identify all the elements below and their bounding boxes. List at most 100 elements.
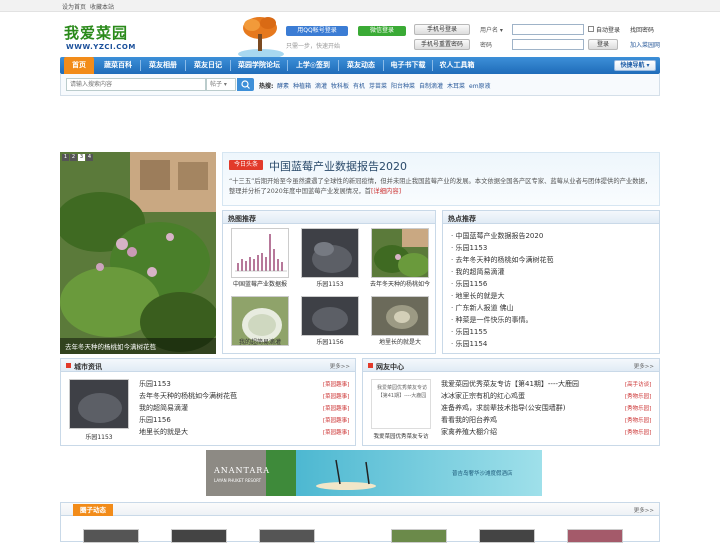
- hot-thumb-1[interactable]: [231, 228, 289, 278]
- city-news-thumb-caption[interactable]: 乐园1153: [67, 432, 131, 441]
- site-logo[interactable]: 我爱菜园 WWW.YZCI.COM: [62, 20, 136, 54]
- group-thumb[interactable]: [567, 529, 623, 543]
- city-news-item[interactable]: 乐园1153: [139, 379, 171, 389]
- hot-search-link[interactable]: 滴灌: [315, 81, 327, 90]
- hot-list-item[interactable]: · 去年冬天种的杨桃如今满树花苞: [451, 255, 553, 265]
- hot-thumb-caption[interactable]: 乐园1156: [297, 337, 363, 346]
- hot-thumb-caption[interactable]: 乐园1153: [297, 279, 363, 288]
- group-thumb[interactable]: [391, 529, 447, 543]
- search-input[interactable]: [66, 78, 206, 91]
- friends-item[interactable]: 准备养鸡，求前辈技术指导(公安围墙群): [441, 403, 565, 413]
- hot-search-link[interactable]: 阳台种菜: [391, 81, 415, 90]
- hot-list-item[interactable]: · 我的超简易滴灌: [451, 267, 504, 277]
- group-thumb[interactable]: [479, 529, 535, 543]
- slider-page-3[interactable]: 3: [78, 154, 85, 161]
- headline-detail-link[interactable]: [详细内容]: [371, 188, 401, 195]
- search-button[interactable]: [237, 78, 254, 91]
- friends-tag[interactable]: [秀物乐园]: [625, 416, 651, 424]
- hot-list-item[interactable]: · 地里长的就是大: [451, 291, 504, 301]
- slider-page-1[interactable]: 1: [62, 154, 69, 161]
- hot-thumb-6[interactable]: [371, 296, 429, 336]
- hot-search-link[interactable]: 自制滴灌: [419, 81, 443, 90]
- nav-item-ebooks[interactable]: 电子书下载: [384, 57, 432, 74]
- hot-list-item[interactable]: · 乐园1155: [451, 327, 487, 337]
- hot-thumb-caption[interactable]: 地里长的就是大: [367, 337, 433, 346]
- hot-thumb-caption[interactable]: 我的超简易滴灌: [227, 337, 293, 346]
- slider-page-2[interactable]: 2: [70, 154, 77, 161]
- city-news-item[interactable]: 我的超简易滴灌: [139, 403, 188, 413]
- username-input[interactable]: [512, 24, 584, 35]
- city-news-item[interactable]: 去年冬天种的杨桃如今满树花苞: [139, 391, 237, 401]
- group-thumb[interactable]: [83, 529, 139, 543]
- city-news-tag[interactable]: [菜园趣事]: [323, 392, 349, 400]
- friends-item[interactable]: 冰冰家正宗有机的红心鸡蛋: [441, 391, 525, 401]
- hot-list-item[interactable]: · 乐园1156: [451, 279, 487, 289]
- friends-tag[interactable]: [秀物乐园]: [625, 428, 651, 436]
- hot-search-link[interactable]: 种植箱: [293, 81, 311, 90]
- ad-banner[interactable]: ANANTARA LAYAN PHUKET RESORT 普吉岛奢华沙滩度假酒店: [206, 450, 542, 496]
- city-news-item[interactable]: 乐园1156: [139, 415, 171, 425]
- hot-search-link[interactable]: em原液: [469, 81, 491, 90]
- nav-item-tools[interactable]: 农人工具箱: [433, 57, 481, 74]
- hot-list-item[interactable]: · 广东新人报道 佛山: [451, 303, 514, 313]
- city-news-thumb[interactable]: [69, 379, 129, 429]
- friends-center-more-link[interactable]: 更多>>: [634, 362, 654, 370]
- group-thumb[interactable]: [259, 529, 315, 543]
- friends-item[interactable]: 看看我的阳台养鸡: [441, 415, 497, 425]
- hot-search-link[interactable]: 木耳菜: [447, 81, 465, 90]
- city-news-tag[interactable]: [菜园趣事]: [323, 380, 349, 388]
- nav-item-album[interactable]: 菜友相册: [141, 57, 185, 74]
- favorite-link[interactable]: 收藏本站: [90, 2, 114, 11]
- city-news-tag[interactable]: [菜园趣事]: [323, 428, 349, 436]
- friends-item[interactable]: 家禽养殖大棚介绍: [441, 427, 497, 437]
- wechat-login-button[interactable]: 微信登录: [358, 26, 406, 36]
- nav-item-home[interactable]: 首页: [64, 57, 94, 74]
- search-scope-select[interactable]: 帖子 ▾: [206, 78, 236, 91]
- hot-thumb-5[interactable]: [301, 296, 359, 336]
- friends-thumb[interactable]: 我爱菜园优秀菜友专访【第41期】----大鹿园: [371, 379, 431, 429]
- friends-tag[interactable]: [高手访谈]: [625, 380, 651, 388]
- friends-tag[interactable]: [秀物乐园]: [625, 392, 651, 400]
- city-news-more-link[interactable]: 更多>>: [330, 362, 350, 370]
- hot-search-link[interactable]: 酵素: [277, 81, 289, 90]
- hot-search-link[interactable]: 芽苗菜: [369, 81, 387, 90]
- login-button[interactable]: 登录: [588, 39, 618, 50]
- set-home-link[interactable]: 设为首页: [62, 2, 86, 11]
- password-input[interactable]: [512, 39, 584, 50]
- join-link[interactable]: 加入菜园网: [630, 40, 660, 49]
- headline-title[interactable]: 中国蓝莓产业数据报告2020: [269, 158, 407, 174]
- hot-thumb-caption[interactable]: 中国蓝莓产业数据报: [227, 279, 293, 288]
- hot-thumb-caption[interactable]: 去年冬天种的杨桃如今: [367, 279, 433, 288]
- groups-more-link[interactable]: 更多>>: [634, 506, 654, 514]
- friends-thumb-caption[interactable]: 我爱菜园优秀菜友专访: [367, 432, 435, 440]
- friends-tag[interactable]: [秀物乐园]: [625, 404, 651, 412]
- friends-item[interactable]: 我爱菜园优秀菜友专访【第41期】----大鹿园: [441, 379, 579, 389]
- hot-list-item[interactable]: · 种菜是一件快乐的事情。: [451, 315, 532, 325]
- nav-item-checkin[interactable]: 上学◎签到: [288, 57, 338, 74]
- nav-item-diary[interactable]: 菜友日记: [186, 57, 230, 74]
- phone-reset-button[interactable]: 手机号重置密码: [414, 39, 470, 50]
- groups-title: 圈子动态: [73, 504, 113, 516]
- hot-search-link[interactable]: 有机: [353, 81, 365, 90]
- photo-slider[interactable]: 去年冬天种的杨桃如今满树花苞 1 2 3 4: [60, 152, 216, 354]
- hot-search-link[interactable]: 牧科板: [331, 81, 349, 90]
- hot-thumb-3[interactable]: [371, 228, 429, 278]
- hot-list-item[interactable]: · 乐园1153: [451, 243, 487, 253]
- phone-login-button[interactable]: 手机号登录: [414, 24, 470, 35]
- hot-list-item[interactable]: · 中国蓝莓产业数据报告2020: [451, 231, 543, 241]
- qq-login-button[interactable]: 用QQ帐号登录: [286, 26, 348, 36]
- city-news-tag[interactable]: [菜园趣事]: [323, 404, 349, 412]
- nav-item-feed[interactable]: 菜友动态: [339, 57, 383, 74]
- city-news-tag[interactable]: [菜园趣事]: [323, 416, 349, 424]
- city-news-item[interactable]: 地里长的就是大: [139, 427, 188, 437]
- nav-item-forum[interactable]: 菜园学院论坛: [231, 57, 287, 74]
- auto-login-checkbox[interactable]: [588, 26, 594, 32]
- quick-nav-button[interactable]: 快捷导航 ▾: [614, 60, 656, 71]
- slider-caption[interactable]: 去年冬天种的杨桃如今满树花苞: [65, 341, 156, 351]
- hot-list-item[interactable]: · 乐园1154: [451, 339, 487, 349]
- slider-page-4[interactable]: 4: [86, 154, 93, 161]
- forgot-password-link[interactable]: 找回密码: [630, 25, 654, 34]
- hot-thumb-2[interactable]: [301, 228, 359, 278]
- group-thumb[interactable]: [171, 529, 227, 543]
- nav-item-encyclopedia[interactable]: 蔬菜百科: [96, 57, 140, 74]
